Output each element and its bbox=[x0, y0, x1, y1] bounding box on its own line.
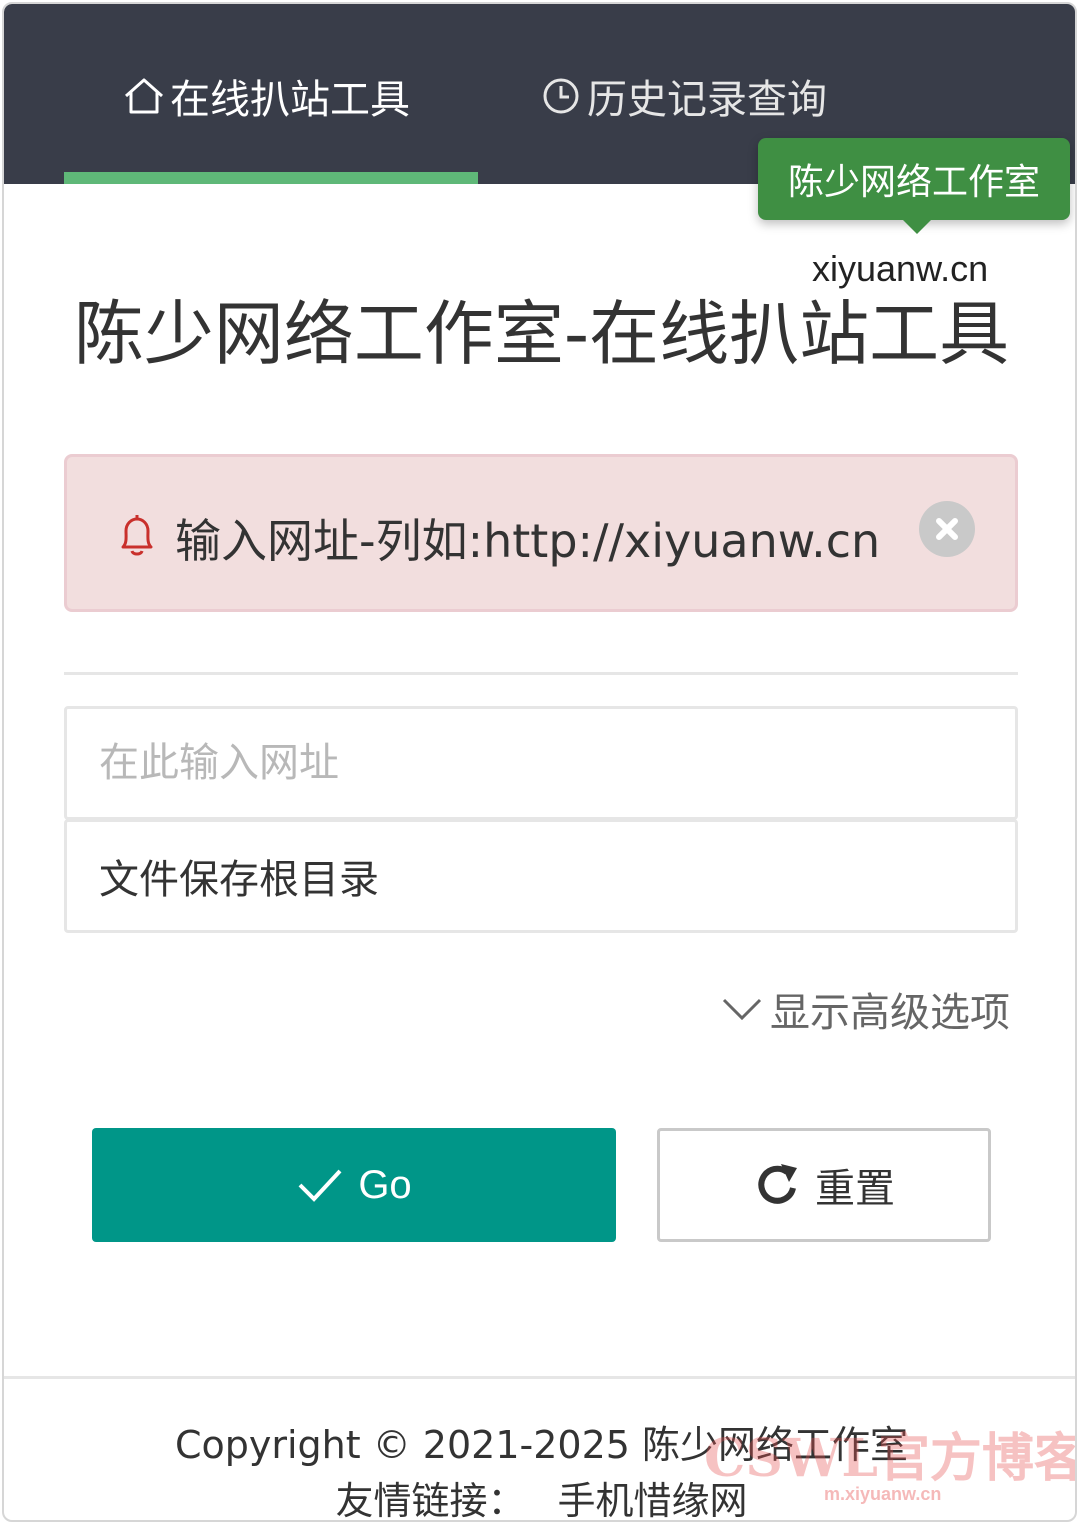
watermark-logo: CSWL官方博客 bbox=[704, 1428, 1077, 1489]
advanced-options-label: 显示高级选项 bbox=[770, 990, 1010, 1036]
reset-button-label: 重置 bbox=[815, 1166, 895, 1212]
active-tab-indicator bbox=[64, 172, 478, 184]
tab-online-tool[interactable]: 在线扒站工具 bbox=[122, 66, 410, 126]
tooltip-text: 陈少网络工作室 bbox=[787, 162, 1040, 203]
close-icon[interactable] bbox=[919, 501, 975, 557]
home-icon bbox=[125, 78, 163, 114]
tab-history[interactable]: 历史记录查询 bbox=[539, 66, 827, 126]
domain-text: xiyuanw.cn bbox=[812, 248, 989, 289]
footer-links-label: 友情链接： bbox=[335, 1479, 526, 1522]
page-title: 陈少网络工作室-在线扒站工具 bbox=[73, 293, 1010, 375]
brand-tooltip: 陈少网络工作室 bbox=[758, 138, 1070, 234]
chevron-down-icon bbox=[722, 998, 762, 1021]
reset-button[interactable]: 重置 bbox=[657, 1128, 991, 1242]
clock-icon bbox=[543, 78, 579, 114]
url-input[interactable] bbox=[64, 706, 1018, 820]
alert-box: 输入网址-列如:http://xiyuanw.cn bbox=[64, 454, 1018, 612]
divider bbox=[64, 672, 1018, 675]
save-dir-input[interactable] bbox=[64, 819, 1018, 933]
advanced-options-toggle[interactable]: 显示高级选项 bbox=[720, 980, 1010, 1038]
alert-text: 输入网址-列如:http://xiyuanw.cn bbox=[175, 514, 881, 568]
go-button-label: Go bbox=[358, 1162, 412, 1207]
bell-icon bbox=[121, 515, 153, 556]
check-icon bbox=[298, 1169, 342, 1202]
watermark-url: m.xiyuanw.cn bbox=[824, 1484, 942, 1504]
go-button[interactable]: Go bbox=[92, 1128, 616, 1242]
footer-divider bbox=[4, 1376, 1075, 1379]
app-frame: 在线扒站工具 历史记录查询 陈少网络工作室 xiyuanw.cn 陈少网络工作室… bbox=[2, 2, 1077, 1522]
tab-history-label: 历史记录查询 bbox=[587, 77, 827, 123]
tab-online-tool-label: 在线扒站工具 bbox=[170, 77, 410, 123]
refresh-icon bbox=[758, 1164, 797, 1204]
